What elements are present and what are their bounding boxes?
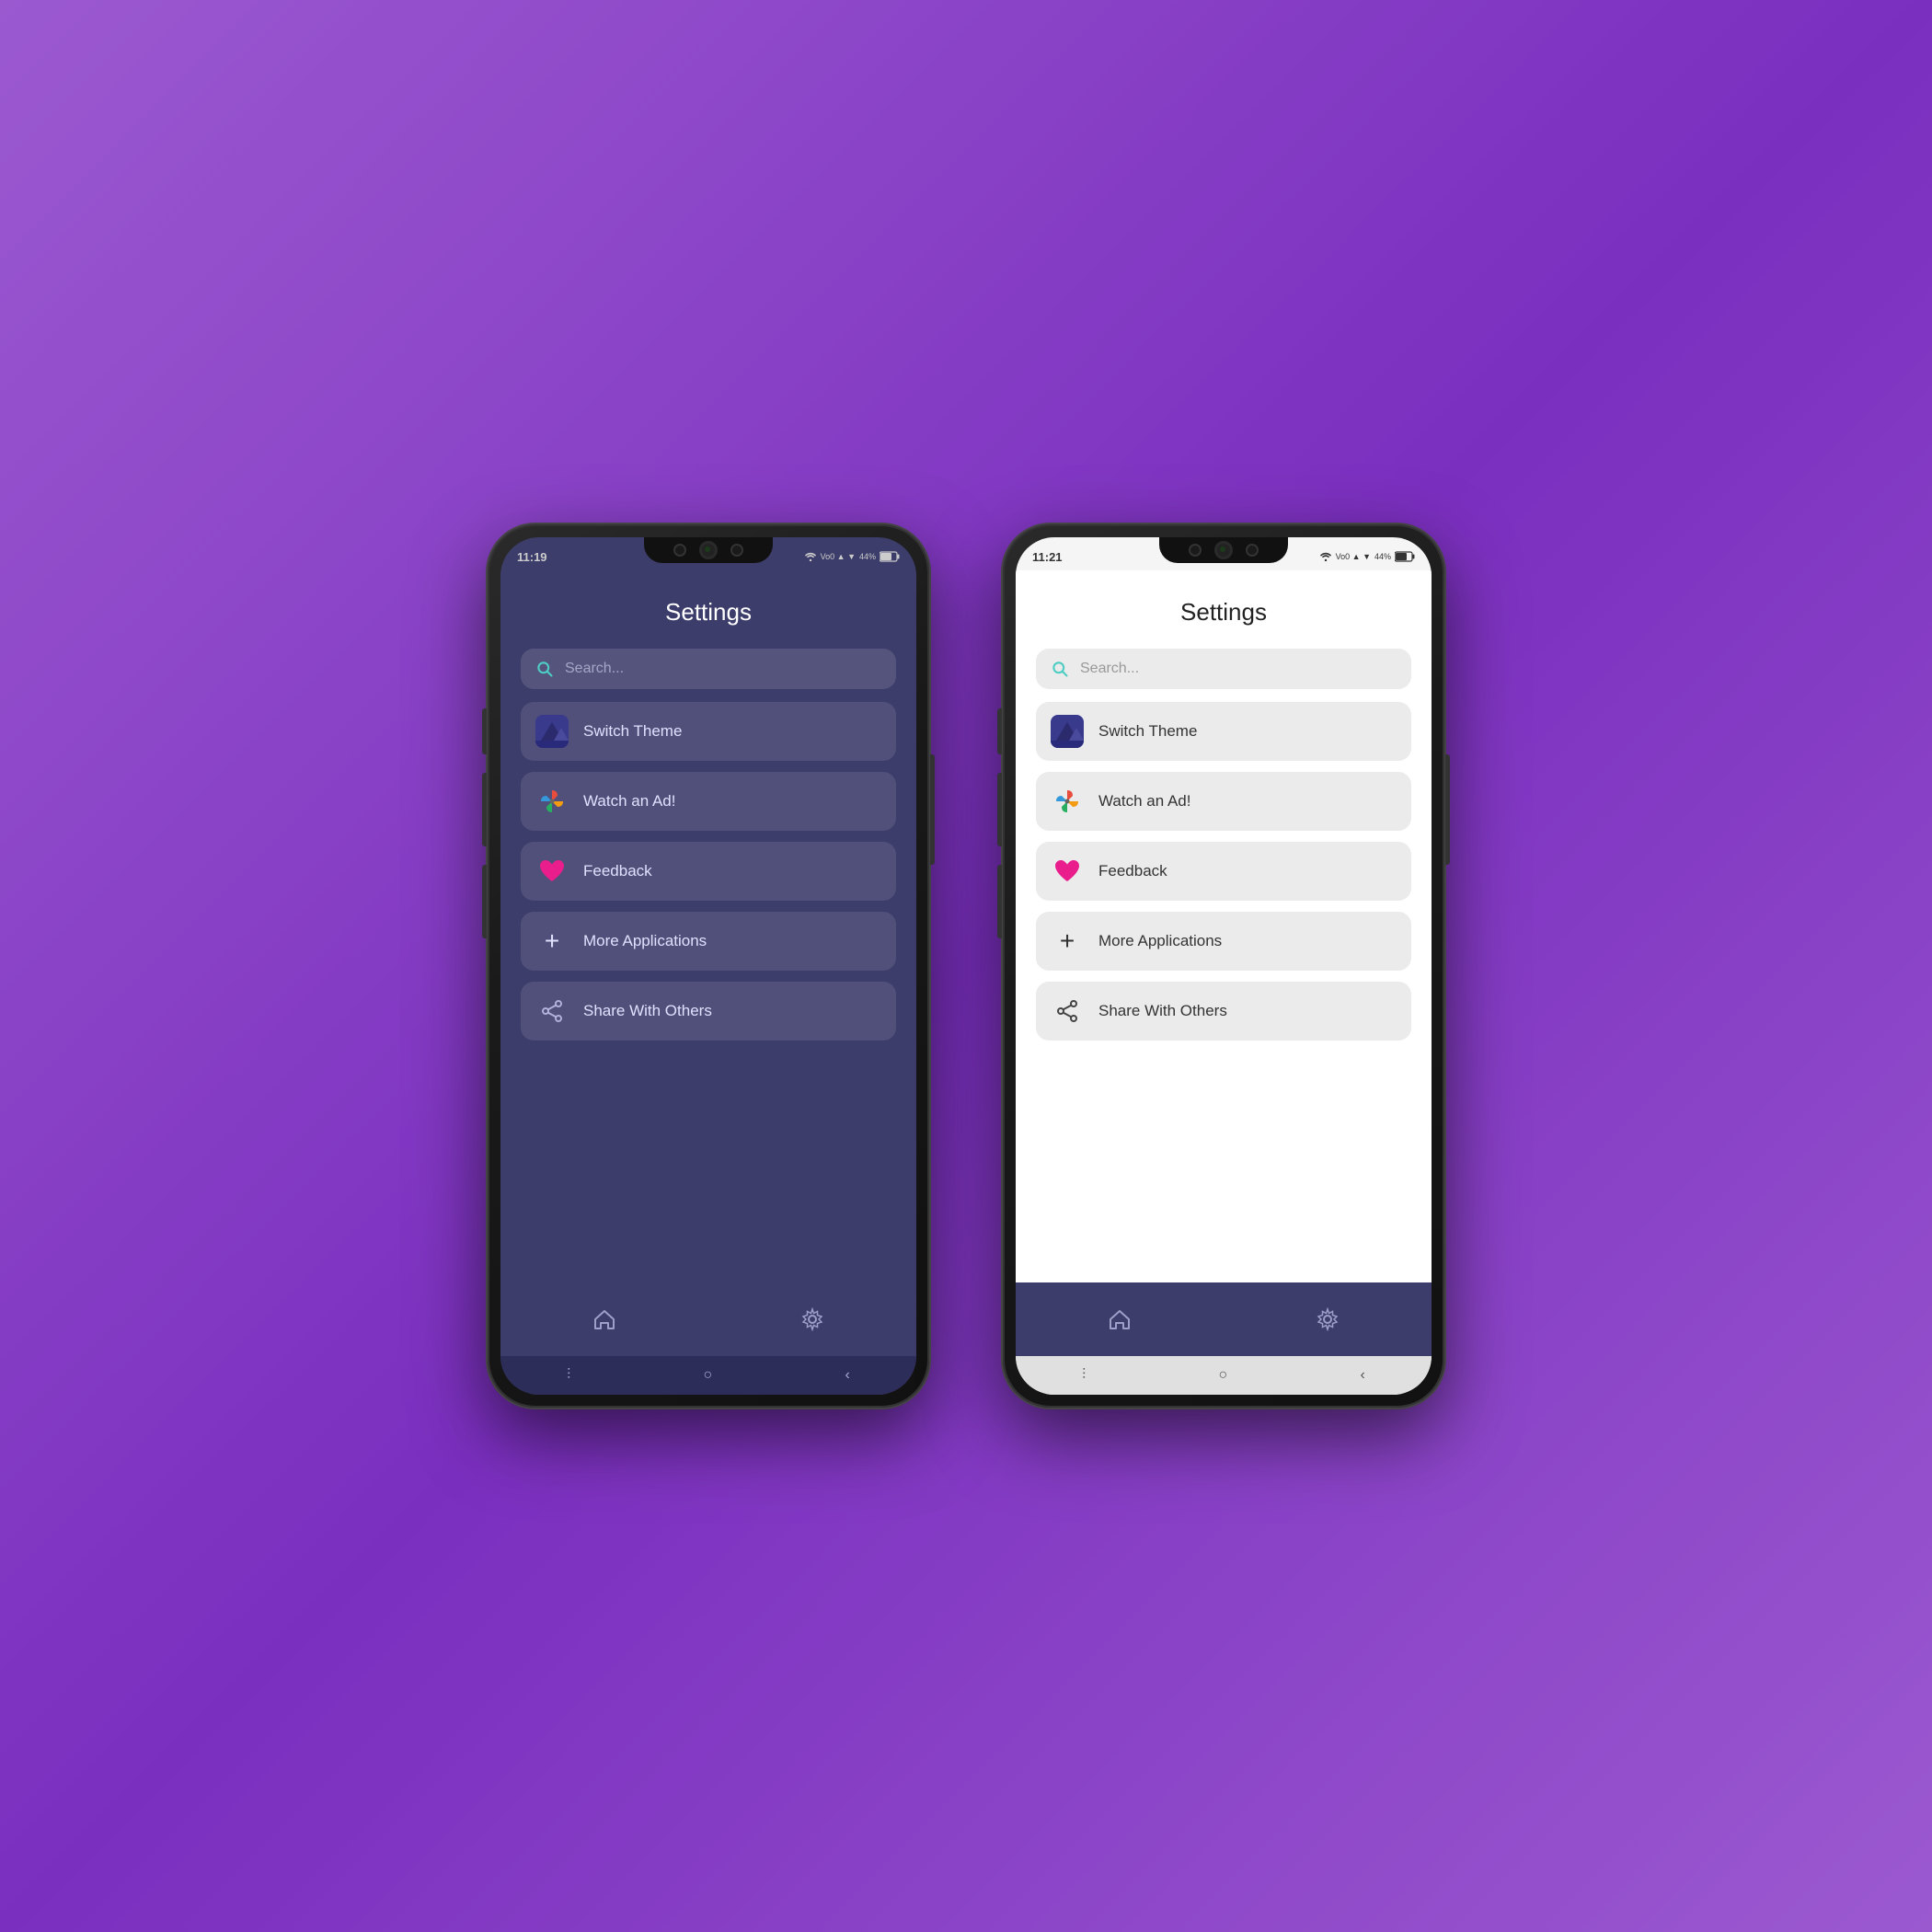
lte-text-dark: 44% (859, 552, 876, 561)
volume-up-button[interactable] (482, 773, 487, 846)
status-time-dark: 11:19 (517, 550, 547, 564)
front-camera-sensor-light (1189, 544, 1202, 557)
network-text-dark: Vo0 ▲ ▼ (821, 552, 856, 561)
feedback-item-light[interactable]: Feedback (1036, 842, 1411, 901)
search-bar-light[interactable]: Search... (1036, 649, 1411, 689)
feedback-label-dark: Feedback (583, 862, 652, 880)
more-apps-item-light[interactable]: + More Applications (1036, 912, 1411, 971)
theme-icon-dark (535, 715, 569, 748)
switch-theme-item-light[interactable]: Switch Theme (1036, 702, 1411, 761)
search-icon-dark (535, 660, 554, 678)
theme-icon-light-phone (1051, 715, 1084, 748)
volume-mute-button[interactable] (482, 708, 487, 754)
sys-menu-btn-light[interactable]: ⫶ (1082, 1367, 1086, 1384)
plus-icon-dark: + (535, 925, 569, 958)
lte-text-light: 44% (1374, 552, 1391, 561)
status-icons-dark: Vo0 ▲ ▼ 44% (804, 551, 900, 562)
share-label-light: Share With Others (1098, 1002, 1227, 1020)
sys-home-btn-dark[interactable]: ○ (704, 1367, 713, 1384)
screen-dark: 11:19 Vo0 ▲ ▼ 44% (500, 537, 916, 1395)
heart-icon-dark (535, 855, 569, 888)
home-icon-dark (592, 1307, 616, 1331)
front-camera-sensor2-light (1246, 544, 1259, 557)
switch-theme-label-dark: Switch Theme (583, 722, 682, 741)
pinwheel-icon-light (1051, 785, 1084, 818)
nav-home-dark[interactable] (592, 1307, 616, 1331)
battery-icon-dark (880, 551, 900, 562)
bottom-nav-dark (500, 1282, 916, 1356)
sys-nav-dark: ⫶ ○ ‹ (500, 1356, 916, 1395)
front-camera-sensor2 (730, 544, 743, 557)
app-content-light: Settings Search... (1016, 570, 1432, 1282)
power-button-light[interactable] (1445, 754, 1450, 865)
watch-ad-label-light: Watch an Ad! (1098, 792, 1190, 811)
sys-menu-btn-dark[interactable]: ⫶ (567, 1367, 570, 1384)
search-icon-light (1051, 660, 1069, 678)
switch-theme-label-light: Switch Theme (1098, 722, 1197, 741)
power-button[interactable] (930, 754, 935, 865)
sys-nav-light: ⫶ ○ ‹ (1016, 1356, 1432, 1395)
network-text-light: Vo0 ▲ ▼ (1336, 552, 1371, 561)
search-placeholder-light: Search... (1080, 661, 1139, 677)
share-icon-dark (535, 995, 569, 1028)
feedback-label-light: Feedback (1098, 862, 1167, 880)
search-placeholder-dark: Search... (565, 661, 624, 677)
bottom-nav-light (1016, 1282, 1432, 1356)
pinwheel-icon-dark (535, 785, 569, 818)
sys-back-btn-dark[interactable]: ‹ (845, 1367, 850, 1384)
sys-back-btn-light[interactable]: ‹ (1361, 1367, 1365, 1384)
more-apps-label-light: More Applications (1098, 932, 1222, 950)
settings-icon-light (1316, 1307, 1340, 1331)
watch-ad-item-dark[interactable]: Watch an Ad! (521, 772, 896, 831)
nav-settings-dark[interactable] (800, 1307, 824, 1331)
dark-phone: 11:19 Vo0 ▲ ▼ 44% (488, 524, 929, 1408)
more-apps-label-dark: More Applications (583, 932, 707, 950)
front-camera-lens-light (1214, 541, 1233, 559)
volume-down-button[interactable] (482, 865, 487, 938)
status-icons-light: Vo0 ▲ ▼ 44% (1319, 551, 1415, 562)
battery-icon-light (1395, 551, 1415, 562)
front-camera-lens (699, 541, 718, 559)
light-phone: 11:21 Vo0 ▲ ▼ 44% (1003, 524, 1444, 1408)
share-label-dark: Share With Others (583, 1002, 712, 1020)
watch-ad-item-light[interactable]: Watch an Ad! (1036, 772, 1411, 831)
front-camera-sensor (673, 544, 686, 557)
volume-mute-button-light[interactable] (997, 708, 1002, 754)
more-apps-item-dark[interactable]: + More Applications (521, 912, 896, 971)
phone-notch-light (1159, 537, 1288, 563)
plus-icon-light: + (1051, 925, 1084, 958)
home-icon-light (1108, 1307, 1132, 1331)
feedback-item-dark[interactable]: Feedback (521, 842, 896, 901)
nav-settings-light[interactable] (1316, 1307, 1340, 1331)
sys-home-btn-light[interactable]: ○ (1219, 1367, 1228, 1384)
volume-up-button-light[interactable] (997, 773, 1002, 846)
page-title-dark: Settings (521, 598, 896, 627)
wifi-icon-dark (804, 552, 817, 561)
search-bar-dark[interactable]: Search... (521, 649, 896, 689)
switch-theme-item-dark[interactable]: Switch Theme (521, 702, 896, 761)
phone-notch-dark (644, 537, 773, 563)
volume-down-button-light[interactable] (997, 865, 1002, 938)
share-item-light[interactable]: Share With Others (1036, 982, 1411, 1041)
page-title-light: Settings (1036, 598, 1411, 627)
screen-light: 11:21 Vo0 ▲ ▼ 44% (1016, 537, 1432, 1395)
settings-icon-dark (800, 1307, 824, 1331)
nav-home-light[interactable] (1108, 1307, 1132, 1331)
heart-icon-light (1051, 855, 1084, 888)
share-item-dark[interactable]: Share With Others (521, 982, 896, 1041)
share-icon-light (1051, 995, 1084, 1028)
status-time-light: 11:21 (1032, 550, 1063, 564)
watch-ad-label-dark: Watch an Ad! (583, 792, 675, 811)
app-content-dark: Settings Search... (500, 570, 916, 1282)
wifi-icon-light (1319, 552, 1332, 561)
